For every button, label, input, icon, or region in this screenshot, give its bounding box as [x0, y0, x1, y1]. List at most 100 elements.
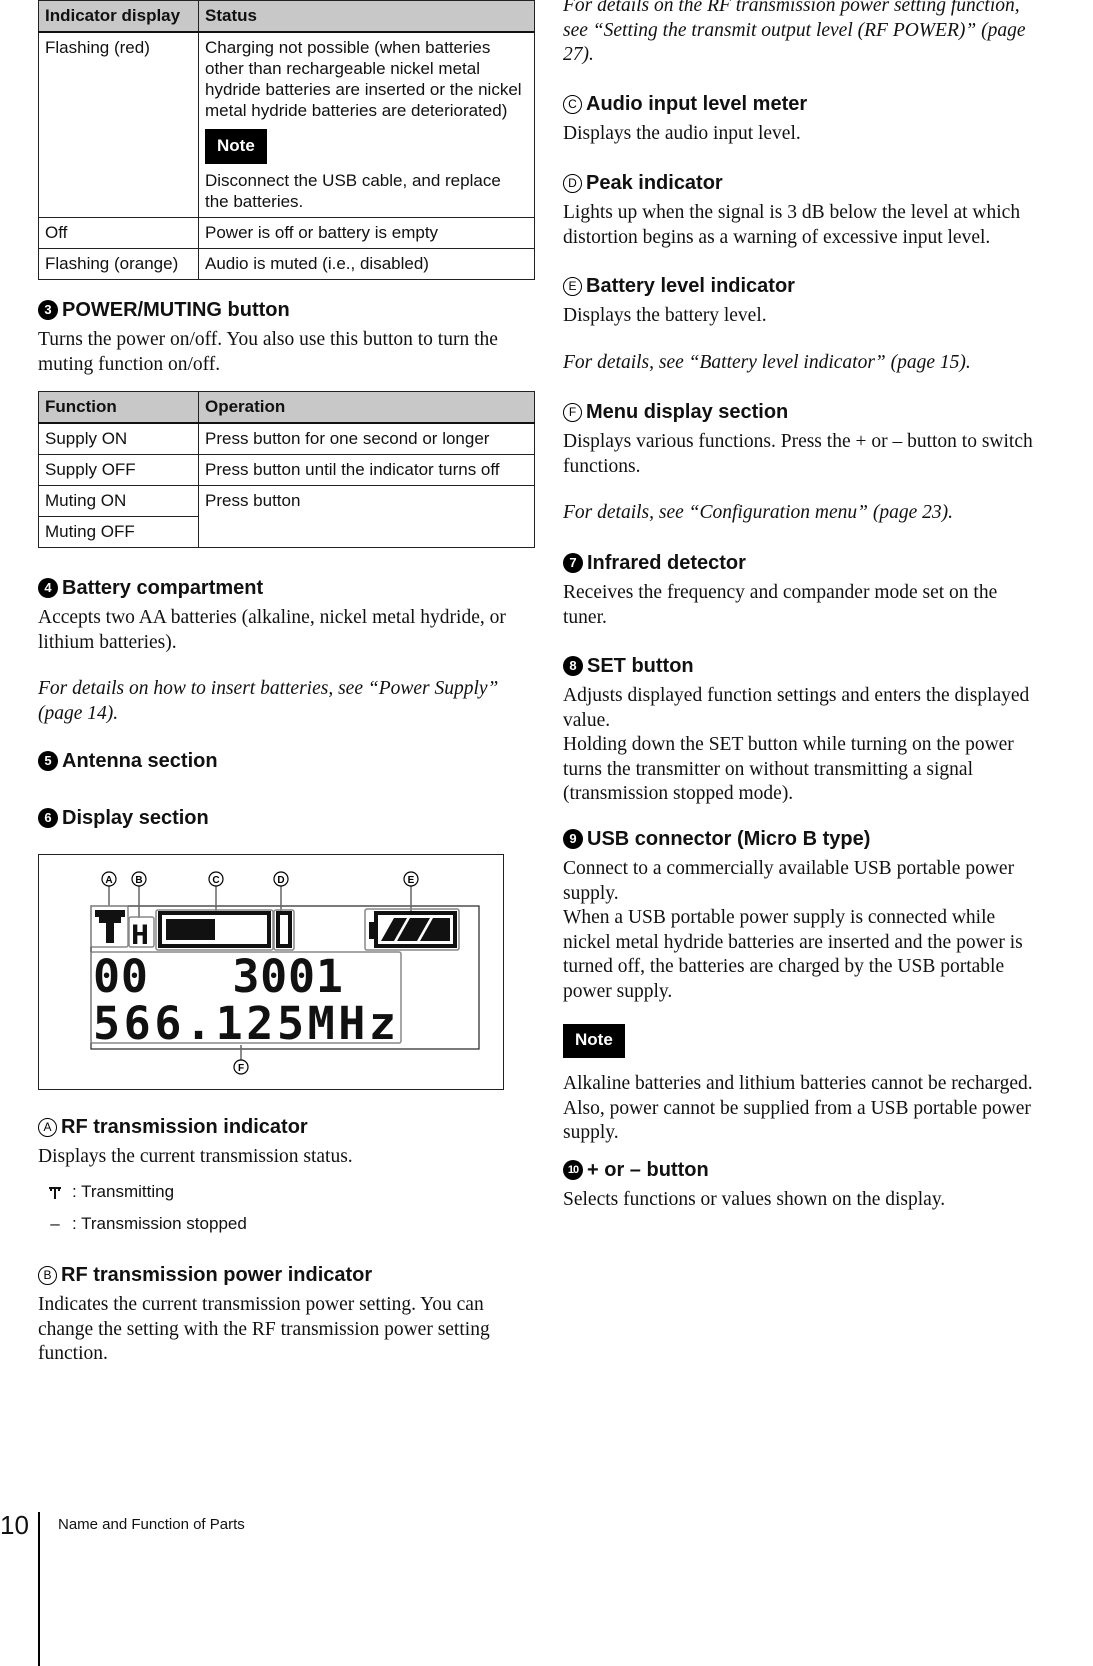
heading-text: Battery compartment [62, 577, 264, 599]
note-badge: Note [563, 1024, 625, 1058]
section-battery-compartment: 4 Battery compartment Accepts two AA batt… [38, 575, 535, 726]
status-text: Charging not possible (when batteries ot… [205, 38, 522, 120]
table-cell: Supply ON [38, 422, 199, 455]
table-cell: Press button [198, 485, 535, 548]
callout-d: D [273, 871, 289, 887]
table-header: Status [198, 0, 535, 33]
section-set-button: 8 SET button Adjusts displayed function s… [563, 653, 1033, 807]
function-table-wrap: Function Operation Supply ON Press butto… [38, 391, 535, 548]
number-badge: 8 [563, 656, 583, 676]
note-text: Alkaline batteries and lithium batteries… [563, 1073, 1033, 1143]
body-text: Accepts two AA batteries (alkaline, nick… [38, 607, 506, 653]
section-infrared-detector: 7 Infrared detector Receives the frequenc… [563, 550, 1033, 630]
callout-f: F [233, 1059, 249, 1075]
heading-text: POWER/MUTING button [62, 299, 290, 321]
letter-badge: C [563, 94, 582, 114]
letter-badge: F [563, 402, 582, 422]
section-heading: 8 SET button [563, 653, 1033, 679]
table-row: Supply OFF Press button until the indica… [38, 454, 535, 486]
table-cell: Press button until the indicator turns o… [198, 454, 535, 486]
body-text: Displays the current transmission status… [38, 1146, 353, 1167]
function-table: Function Operation Supply ON Press butto… [38, 391, 535, 548]
section-display: 6 Display section [38, 805, 535, 831]
table-cell: Power is off or battery is empty [198, 217, 535, 249]
heading-text: SET button [587, 655, 694, 677]
section-heading: 7 Infrared detector [563, 550, 1033, 576]
antenna-icon [38, 1185, 72, 1199]
note-text: Disconnect the USB cable, and replace th… [205, 171, 501, 211]
body-text: Adjusts displayed function settings and … [563, 685, 1030, 731]
section-heading: 4 Battery compartment [38, 575, 535, 601]
body-text: Connect to a commercially available USB … [563, 858, 1015, 904]
lcd-battery-icon [369, 911, 457, 948]
table-row: Flashing (red) Charging not possible (wh… [38, 31, 535, 218]
footer-title: Name and Function of Parts [58, 1516, 245, 1533]
heading-text: Audio input level meter [586, 93, 808, 115]
body-text: Selects functions or values shown on the… [563, 1189, 946, 1210]
lcd-power-char: H [131, 920, 149, 954]
table-header: Indicator display [38, 0, 199, 33]
table-row: Supply ON Press button for one second or… [38, 422, 535, 455]
lcd-antenna-icon [95, 910, 125, 943]
section-battery-level: E Battery level indicator Displays the ba… [563, 273, 1033, 375]
section-heading: B RF transmission power indicator [38, 1262, 535, 1288]
table-cell: Off [38, 217, 199, 249]
body-text: When a USB portable power supply is conn… [563, 907, 1023, 1002]
number-badge: 10 [563, 1160, 583, 1180]
table-cell: Press button for one second or longer [198, 422, 535, 455]
number-badge: 4 [38, 578, 58, 598]
letter-badge: A [38, 1117, 57, 1137]
section-audio-input-level: C Audio input level meter Displays the au… [563, 91, 1033, 147]
table-header: Operation [198, 391, 535, 424]
body-text: Turns the power on/off. You also use thi… [38, 329, 498, 375]
section-heading: 5 Antenna section [38, 748, 535, 774]
table-header-row: Function Operation [38, 391, 535, 424]
table-cell: Supply OFF [38, 454, 199, 486]
legend-text: : Transmitting [72, 1181, 175, 1201]
section-rf-transmission-indicator: A RF transmission indicator Displays the … [38, 1114, 535, 1240]
heading-text: Peak indicator [586, 172, 723, 194]
section-rf-power-indicator: B RF transmission power indicator Indicat… [38, 1262, 535, 1367]
status-legend: : Transmitting – : Transmission stopped [38, 1176, 535, 1240]
svg-text:E: E [408, 875, 415, 886]
section-usb-connector: 9 USB connector (Micro B type) Connect to… [563, 826, 1033, 1146]
heading-text: Display section [62, 807, 209, 829]
section-heading: C Audio input level meter [563, 91, 1033, 117]
reference-text: For details, see “Battery level indicato… [563, 351, 971, 373]
indicator-table: Indicator display Status Flashing (red) … [38, 0, 535, 280]
heading-text: Antenna section [62, 750, 218, 772]
callout-e: E [403, 871, 419, 887]
reference-text: For details on the RF transmission power… [563, 0, 1026, 65]
section-heading: E Battery level indicator [563, 273, 1033, 299]
legend-item: : Transmitting [38, 1176, 535, 1208]
letter-badge: B [38, 1265, 57, 1285]
table-row: Off Power is off or battery is empty [38, 217, 535, 249]
reference-text: For details on how to insert batteries, … [38, 678, 499, 724]
table-cell: Flashing (red) [38, 31, 199, 218]
number-badge: 3 [38, 300, 58, 320]
callout-b: B [131, 871, 147, 887]
callout-a: A [101, 871, 117, 887]
display-diagram: A B C D E F H 00 3001 566.125MHz [38, 854, 504, 1090]
body-text: Holding down the SET button while turnin… [563, 734, 1014, 804]
lcd-line-1: 00 3001 [93, 950, 343, 1003]
svg-text:B: B [135, 875, 142, 886]
heading-text: + or – button [587, 1159, 709, 1181]
body-text: Displays the battery level. [563, 305, 767, 326]
table-cell: Flashing (orange) [38, 248, 199, 280]
section-power-muting: 3 POWER/MUTING button Turns the power on/… [38, 297, 535, 377]
dash-symbol: – [50, 1213, 60, 1233]
body-text: Displays the audio input level. [563, 123, 801, 144]
number-badge: 7 [563, 553, 583, 573]
legend-text: : Transmission stopped [72, 1213, 247, 1233]
callout-c: C [208, 871, 224, 887]
section-heading: 9 USB connector (Micro B type) [563, 826, 1033, 852]
heading-text: Infrared detector [587, 552, 746, 574]
display-diagram-svg: A B C D E F H 00 3001 566.125MHz [90, 871, 480, 1075]
lcd-level-bar [166, 919, 215, 940]
table-row: Muting ON Press button [38, 485, 535, 548]
page-number: 10 [0, 1510, 29, 1540]
heading-text: RF transmission power indicator [61, 1264, 373, 1286]
indicator-table-wrap: Indicator display Status Flashing (red) … [38, 0, 535, 280]
number-badge: 6 [38, 808, 58, 828]
